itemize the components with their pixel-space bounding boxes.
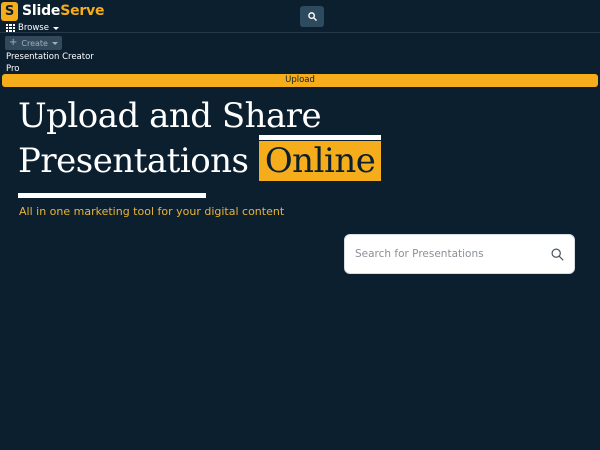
hero-title-prefix: Presentations bbox=[18, 141, 259, 181]
page: S SlideServe Browse + Create Presentatio… bbox=[0, 0, 600, 450]
top-navbar: S SlideServe Browse bbox=[0, 0, 600, 33]
upload-button[interactable]: Upload bbox=[2, 74, 598, 87]
logo-text: SlideServe bbox=[22, 3, 105, 19]
grid-icon bbox=[6, 23, 15, 33]
hero-title-highlight: Online bbox=[258, 135, 382, 181]
search-input[interactable] bbox=[355, 248, 551, 260]
presentation-search-box bbox=[344, 234, 575, 274]
logo-mark: S bbox=[1, 1, 18, 21]
create-button[interactable]: + Create bbox=[5, 36, 62, 50]
search-icon bbox=[307, 12, 317, 21]
chevron-down-icon bbox=[52, 26, 59, 30]
browse-label: Browse bbox=[18, 23, 49, 33]
logo-text-slide: Slide bbox=[22, 3, 61, 19]
plus-icon: + bbox=[9, 37, 18, 48]
hero-title-line1: Upload and Share bbox=[18, 96, 322, 136]
search-icon[interactable] bbox=[551, 248, 564, 261]
brand-logo[interactable]: S SlideServe bbox=[1, 1, 105, 21]
logo-text-serve: Serve bbox=[60, 3, 105, 19]
presentation-creator-pro-link[interactable]: Presentation Creator Pro bbox=[6, 51, 96, 75]
browse-menu[interactable]: Browse bbox=[6, 22, 59, 34]
chevron-down-icon bbox=[51, 41, 58, 45]
create-label: Create bbox=[21, 38, 48, 48]
hero-title-line2: Presentations Online bbox=[18, 135, 382, 181]
hero-tagline: All in one marketing tool for your digit… bbox=[19, 205, 285, 218]
hero-divider bbox=[18, 193, 206, 198]
search-toggle-button[interactable] bbox=[300, 6, 324, 27]
